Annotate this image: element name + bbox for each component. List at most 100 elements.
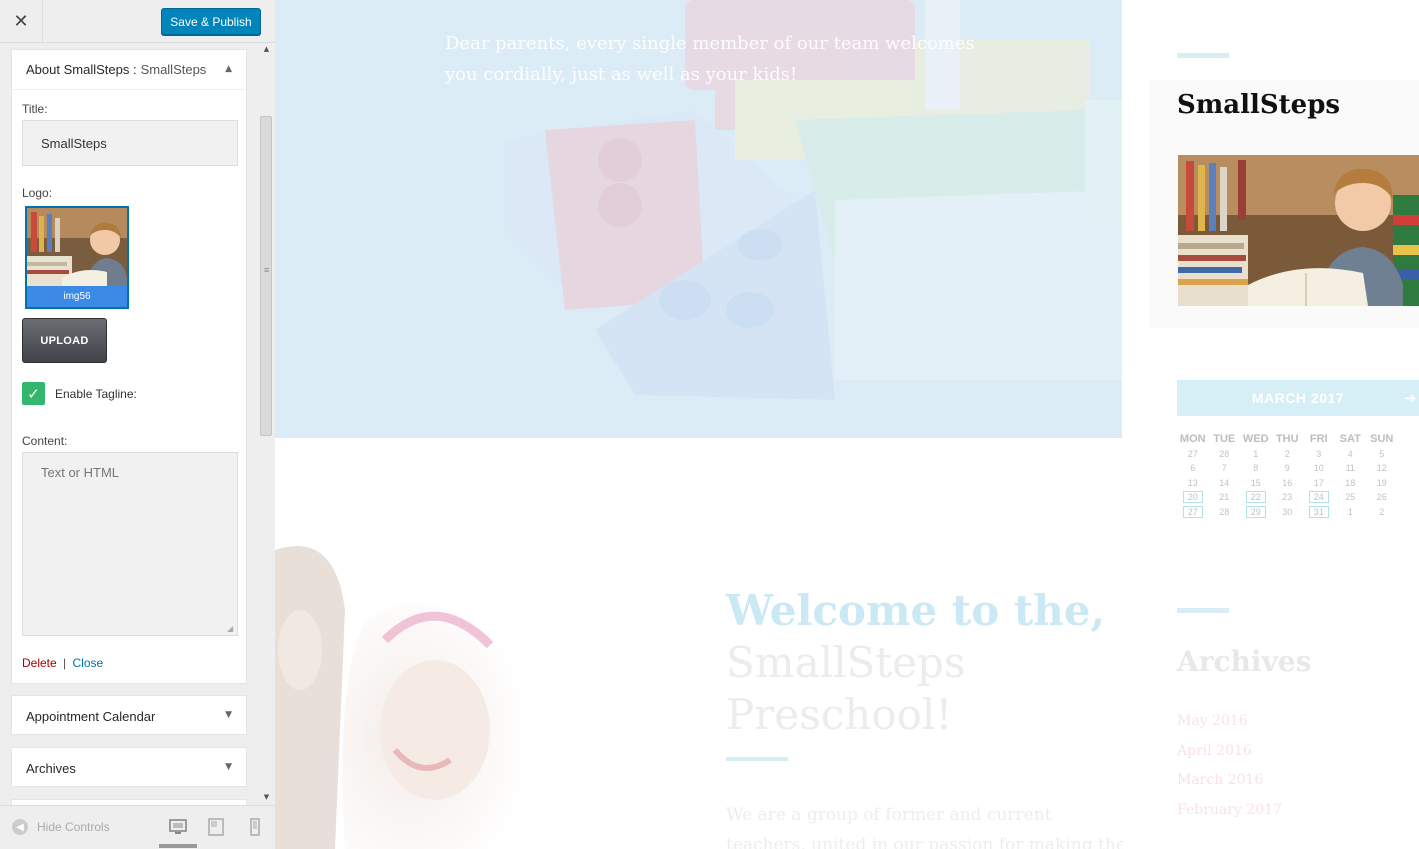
calendar-day-number: 2 — [1284, 448, 1290, 459]
scrollbar-thumb[interactable]: ≡ — [260, 116, 272, 436]
calendar-day[interactable]: 27 — [1177, 447, 1209, 462]
collapse-arrow-icon[interactable]: ▲ — [225, 64, 232, 74]
calendar-day[interactable]: 25 — [1335, 490, 1367, 505]
calendar-day[interactable]: 30 — [1272, 505, 1304, 520]
calendar-day[interactable]: 19 — [1366, 476, 1398, 491]
calendar-day-number: 22 — [1245, 491, 1266, 503]
archive-link[interactable]: March 2016 — [1177, 772, 1263, 788]
calendar-day[interactable]: 31 — [1303, 505, 1335, 520]
calendar-day[interactable]: 24 — [1303, 490, 1335, 505]
archive-link[interactable]: April 2016 — [1177, 743, 1252, 759]
calendar-day[interactable]: 20 — [1177, 490, 1209, 505]
calendar-day[interactable]: 3 — [1303, 447, 1335, 462]
calendar-day-number: 12 — [1376, 463, 1387, 473]
calendar-day[interactable]: 8 — [1240, 461, 1272, 476]
calendar-day-number: 25 — [1345, 492, 1356, 502]
close-customizer-button[interactable]: ✕ — [0, 0, 43, 43]
delete-widget-link[interactable]: Delete — [22, 656, 57, 670]
calendar-day[interactable]: 9 — [1272, 461, 1304, 476]
logo-image — [27, 208, 127, 288]
widget-archives[interactable]: Archives ▼ — [11, 747, 247, 787]
desktop-icon[interactable] — [169, 818, 187, 836]
widget-appointment-calendar[interactable]: Appointment Calendar ▼ — [11, 695, 247, 735]
calendar-day-number: 30 — [1282, 506, 1293, 517]
calendar-day[interactable]: 21 — [1209, 490, 1241, 505]
upload-logo-button[interactable]: UPLOAD — [22, 318, 107, 363]
calendar-day[interactable]: 14 — [1209, 476, 1241, 491]
scroll-down-arrow-icon[interactable]: ▼ — [258, 793, 275, 803]
calendar-day[interactable]: 1 — [1240, 447, 1272, 462]
calendar-day-number: 24 — [1308, 491, 1329, 503]
calendar-day[interactable]: 22 — [1240, 490, 1272, 505]
calendar-day-number: 15 — [1250, 477, 1261, 488]
calendar-day[interactable]: 23 — [1272, 490, 1304, 505]
customizer-sidebar: ✕ Save & Publish About SmallSteps : Smal… — [0, 0, 275, 849]
about-widget-preview: SmallSteps — [1150, 80, 1419, 328]
about-widget-image — [1178, 155, 1419, 306]
calendar-day[interactable]: 6 — [1177, 461, 1209, 476]
calendar-day-number: 14 — [1219, 477, 1230, 488]
calendar-day[interactable]: 27 — [1177, 505, 1209, 520]
calendar-day[interactable]: 2 — [1366, 505, 1398, 520]
calendar-next-arrow-icon[interactable]: ➔ — [1404, 389, 1417, 407]
widget-appointment-title: Appointment Calendar — [26, 708, 156, 724]
archives-accent-rule — [1177, 608, 1229, 613]
calendar-day-number: 11 — [1345, 463, 1355, 473]
logo-thumbnail[interactable]: img56 — [25, 206, 129, 309]
calendar-day[interactable]: 5 — [1366, 447, 1398, 462]
calendar-day[interactable]: 10 — [1303, 461, 1335, 476]
calendar-week-row: 13 14 15 16 17 18 19 — [1177, 476, 1419, 491]
calendar-day[interactable]: 4 — [1335, 447, 1367, 462]
expand-arrow-icon[interactable]: ▼ — [225, 710, 232, 720]
enable-tagline-checkbox[interactable]: ✓ — [22, 382, 45, 405]
hero-text: Dear parents, every single member of our… — [445, 33, 975, 85]
title-input[interactable]: SmallSteps — [22, 120, 238, 166]
widget-about-smallsteps: About SmallSteps : SmallSteps ▲ Title: S… — [11, 49, 247, 684]
calendar-day[interactable]: 1 — [1335, 505, 1367, 520]
scroll-up-arrow-icon[interactable]: ▲ — [258, 45, 275, 55]
widget-about-header[interactable]: About SmallSteps : SmallSteps ▲ — [12, 50, 246, 90]
calendar-day-number: 7 — [1221, 463, 1227, 473]
calendar-day[interactable]: 28 — [1209, 447, 1241, 462]
calendar-day-number: 28 — [1219, 506, 1230, 517]
calendar-day[interactable]: 13 — [1177, 476, 1209, 491]
calendar-day[interactable]: 16 — [1272, 476, 1304, 491]
close-widget-link[interactable]: Close — [73, 656, 104, 670]
save-publish-button[interactable]: Save & Publish — [161, 8, 261, 35]
calendar-day[interactable]: 18 — [1335, 476, 1367, 491]
content-textarea[interactable]: Text or HTML ◢ — [22, 452, 238, 636]
archives-title: Archives — [1177, 645, 1312, 678]
weekday-label: WED — [1242, 433, 1269, 445]
resize-handle-icon[interactable]: ◢ — [227, 625, 235, 633]
calendar-day-number: 26 — [1376, 492, 1387, 502]
calendar-day[interactable]: 7 — [1209, 461, 1241, 476]
calendar-day-number: 13 — [1187, 477, 1198, 488]
hide-controls-button[interactable]: ◀ Hide Controls — [12, 819, 110, 835]
calendar-weekday-row: MON TUE WED THU FRI SAT SUN — [1177, 432, 1419, 447]
widget-archives-header[interactable]: Archives ▼ — [12, 748, 246, 788]
calendar-month-title: MARCH 2017 — [1251, 390, 1345, 406]
panel-scrollbar[interactable]: ▲ ≡ ▼ — [258, 43, 275, 805]
expand-arrow-icon[interactable]: ▼ — [225, 762, 232, 772]
calendar-day[interactable]: 29 — [1240, 505, 1272, 520]
calendar-day[interactable]: 28 — [1209, 505, 1241, 520]
calendar-day[interactable]: 17 — [1303, 476, 1335, 491]
archive-link[interactable]: February 2017 — [1177, 802, 1282, 818]
calendar-day-number: 17 — [1313, 477, 1324, 488]
calendar-day[interactable]: 26 — [1366, 490, 1398, 505]
mobile-icon[interactable] — [246, 818, 264, 836]
calendar-day-number: 28 — [1219, 448, 1230, 459]
archive-link[interactable]: May 2016 — [1177, 713, 1248, 729]
tablet-icon[interactable] — [207, 818, 225, 836]
calendar-day[interactable]: 15 — [1240, 476, 1272, 491]
widget-appointment-header[interactable]: Appointment Calendar ▼ — [12, 696, 246, 736]
calendar-day-number: 18 — [1345, 477, 1356, 488]
calendar-day-number: 3 — [1316, 448, 1322, 459]
site-preview: Dear parents, every single member of our… — [275, 0, 1419, 849]
calendar-day[interactable]: 2 — [1272, 447, 1304, 462]
calendar-week-row: 27 28 1 2 3 4 5 — [1177, 447, 1419, 462]
intro-paragraph: We are a group of former and current tea… — [726, 805, 1126, 849]
calendar-day[interactable]: 11 — [1335, 461, 1367, 476]
calendar-day[interactable]: 12 — [1366, 461, 1398, 476]
calendar-weeks: 27 28 1 2 3 4 5 6 7 8 9 10 11 12 13 14 15 16 17 18 19 20 21 22 2… — [1177, 447, 1419, 520]
